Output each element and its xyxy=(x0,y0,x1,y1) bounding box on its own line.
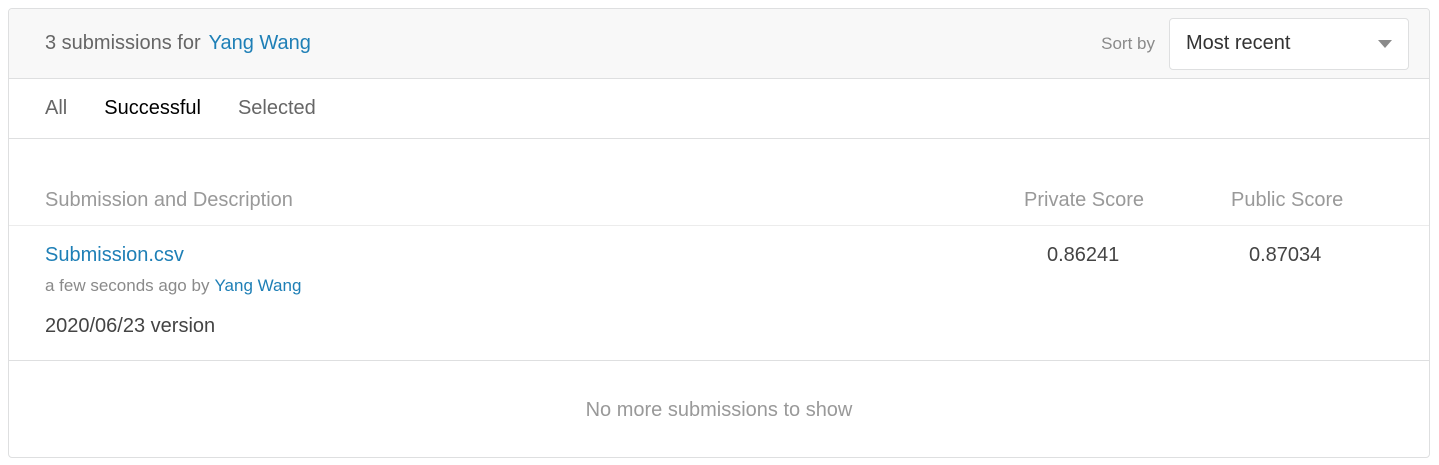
private-score-value: 0.86241 xyxy=(1047,244,1120,266)
sort-dropdown[interactable]: Most recent xyxy=(1169,17,1409,70)
submission-file-link[interactable]: Submission.csv xyxy=(45,244,184,267)
sort-dropdown-value: Most recent xyxy=(1186,32,1291,54)
submission-count-text: 3 submissions for xyxy=(45,32,201,54)
submission-description: 2020/06/23 version xyxy=(45,315,216,337)
table-header: Submission and Description Private Score… xyxy=(9,139,1429,226)
table-row: Submission.csv a few seconds ago by Yang… xyxy=(9,226,1429,361)
tab-successful[interactable]: Successful xyxy=(104,97,201,120)
submission-time: a few seconds ago by xyxy=(45,276,210,295)
column-header-description: Submission and Description xyxy=(45,189,293,211)
submissions-header: 3 submissions for Yang Wang Sort by Most… xyxy=(9,9,1429,79)
column-header-private-score: Private Score xyxy=(1024,189,1145,211)
user-name-link[interactable]: Yang Wang xyxy=(209,32,311,55)
submissions-panel: 3 submissions for Yang Wang Sort by Most… xyxy=(8,8,1430,458)
column-header-public-score: Public Score xyxy=(1231,189,1344,211)
public-score-value: 0.87034 xyxy=(1249,244,1322,266)
no-more-submissions-message: No more submissions to show xyxy=(585,398,853,421)
submission-tabs: All Successful Selected xyxy=(9,79,1429,139)
chevron-down-icon xyxy=(1378,39,1392,48)
page-title: 3 submissions for Yang Wang xyxy=(45,32,311,55)
tab-selected[interactable]: Selected xyxy=(238,97,316,120)
submission-meta: a few seconds ago by Yang Wang xyxy=(45,276,301,296)
tab-all[interactable]: All xyxy=(45,97,67,120)
submission-author-link[interactable]: Yang Wang xyxy=(214,276,301,296)
sort-by-label: Sort by xyxy=(1101,33,1155,53)
